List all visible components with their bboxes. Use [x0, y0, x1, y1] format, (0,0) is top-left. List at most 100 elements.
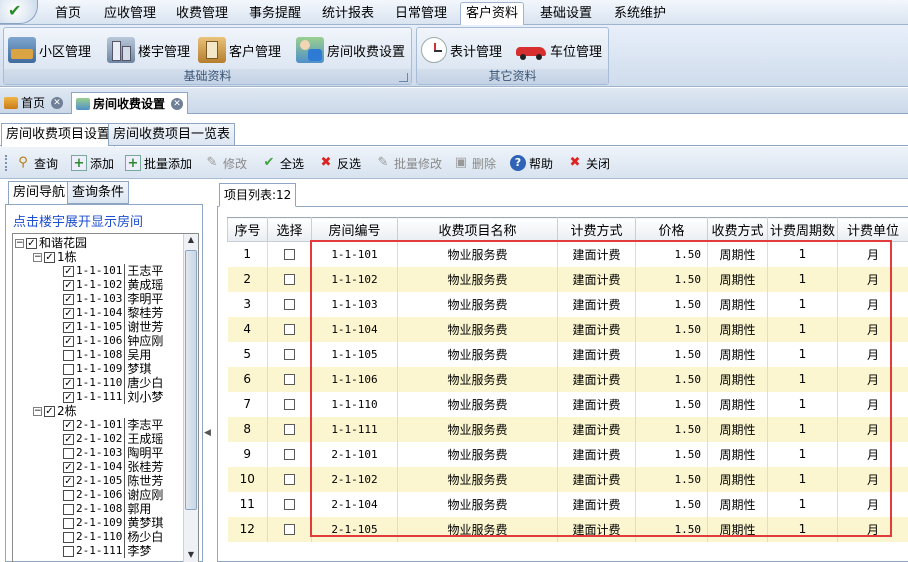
tree-room-node[interactable]: 1-1-108 吴用 — [63, 348, 151, 362]
tree-room-node[interactable]: 2-1-108 郭用 — [63, 502, 151, 516]
table-row[interactable]: 6 1-1-106 物业服务费 建面计费 1.50 周期性 1 月 — [227, 366, 908, 392]
menu-tab-home[interactable]: 首页 — [50, 3, 86, 24]
tree-group-node[interactable]: − ✓ 2栋 — [33, 404, 77, 418]
table-row[interactable]: 7 1-1-110 物业服务费 建面计费 1.50 周期性 1 月 — [227, 391, 908, 417]
doc-tab-home[interactable]: 首页 ✕ — [0, 92, 67, 114]
tree-room-node[interactable]: ✓ 1-1-102 黄成瑶 — [63, 278, 163, 292]
tree-node-checkbox[interactable] — [63, 363, 74, 375]
toolbar-grip[interactable] — [5, 155, 8, 171]
tree-node-checkbox[interactable]: ✓ — [63, 321, 74, 333]
scroll-down-icon[interactable]: ▼ — [186, 550, 196, 562]
table-row[interactable]: 10 2-1-102 物业服务费 建面计费 1.50 周期性 1 月 — [227, 466, 908, 492]
row-select-checkbox[interactable] — [267, 291, 312, 317]
tree-node-checkbox[interactable] — [63, 447, 74, 459]
select-all-button[interactable]: ✔ 全选 — [261, 154, 304, 172]
tree-group-node[interactable]: − ✓ 1栋 — [33, 250, 77, 264]
tab-room-navigation[interactable]: 房间导航 — [8, 181, 71, 205]
invert-selection-button[interactable]: ✖ 反选 — [318, 154, 361, 172]
checkbox-icon[interactable] — [284, 349, 295, 360]
tree-room-node[interactable]: ✓ 1-1-103 李明平 — [63, 292, 163, 306]
tree-room-node[interactable]: ✓ 1-1-110 唐少白 — [63, 376, 163, 390]
tree-node-checkbox[interactable]: ✓ — [63, 419, 74, 431]
row-select-checkbox[interactable] — [267, 516, 312, 542]
tree-node-checkbox[interactable]: ✓ — [63, 461, 74, 473]
row-select-checkbox[interactable] — [267, 266, 312, 292]
row-select-checkbox[interactable] — [267, 441, 312, 467]
column-header[interactable]: 计费单位 — [837, 217, 908, 242]
help-button[interactable]: ? 帮助 — [510, 154, 553, 172]
panel-splitter[interactable]: ◀ — [203, 180, 212, 562]
app-logo-icon[interactable]: ✔ — [0, 0, 38, 24]
menu-tab-reports[interactable]: 统计报表 — [318, 3, 378, 24]
batch-add-button[interactable]: + 批量添加 — [125, 154, 192, 172]
table-row[interactable]: 8 1-1-111 物业服务费 建面计费 1.50 周期性 1 月 — [227, 416, 908, 442]
row-select-checkbox[interactable] — [267, 316, 312, 342]
close-tab-icon[interactable]: ✕ — [171, 97, 184, 110]
tab-room-fee-item-settings[interactable]: 房间收费项目设置 — [1, 123, 116, 147]
tree-node-checkbox[interactable]: ✓ — [63, 335, 74, 347]
tree-node-checkbox[interactable] — [63, 545, 74, 557]
tree-node-checkbox[interactable]: ✓ — [63, 307, 74, 319]
checkbox-icon[interactable] — [284, 249, 295, 261]
menu-tab-reminders[interactable]: 事务提醒 — [245, 3, 305, 24]
column-header[interactable]: 收费项目名称 — [397, 217, 558, 242]
tree-room-node[interactable]: ✓ 2-1-104 张桂芳 — [63, 460, 163, 474]
column-header[interactable]: 价格 — [635, 217, 708, 242]
tree-node-checkbox[interactable]: ✓ — [63, 265, 74, 277]
checkbox-icon[interactable] — [284, 324, 295, 335]
tree-room-node[interactable]: ✓ 1-1-101 王志平 — [63, 264, 163, 278]
menu-tab-basic-settings[interactable]: 基础设置 — [536, 3, 596, 24]
close-tab-icon[interactable]: ✕ — [51, 97, 64, 109]
column-header[interactable]: 房间编号 — [311, 217, 398, 242]
tree-room-node[interactable]: ✓ 1-1-111 刘小梦 — [63, 390, 163, 404]
tree-room-node[interactable]: ✓ 2-1-102 王成瑶 — [63, 432, 163, 446]
checkbox-icon[interactable] — [284, 274, 295, 285]
tree-room-node[interactable]: 2-1-110 杨少白 — [63, 530, 163, 544]
collapse-arrow-icon[interactable]: ◀ — [204, 428, 211, 438]
tree-room-node[interactable]: ✓ 1-1-104 黎桂芳 — [63, 306, 163, 320]
delete-button[interactable]: ▣ 删除 — [453, 154, 496, 172]
tab-room-fee-item-overview[interactable]: 房间收费项目一览表 — [108, 123, 236, 146]
tree-node-checkbox[interactable]: ✓ — [63, 377, 74, 389]
checkbox-icon[interactable] — [284, 474, 295, 485]
row-select-checkbox[interactable] — [267, 341, 312, 367]
tree-room-node[interactable]: ✓ 2-1-101 李志平 — [63, 418, 163, 432]
menu-tab-charges[interactable]: 收费管理 — [172, 3, 232, 24]
column-header[interactable]: 选择 — [267, 217, 312, 242]
tree-scroll-thumb[interactable] — [185, 250, 197, 510]
batch-edit-button[interactable]: ✎ 批量修改 — [375, 154, 442, 172]
tree-room-node[interactable]: 2-1-106 谢应刚 — [63, 488, 163, 502]
column-header[interactable]: 序号 — [227, 217, 268, 242]
row-select-checkbox[interactable] — [267, 466, 312, 492]
table-row[interactable]: 9 2-1-101 物业服务费 建面计费 1.50 周期性 1 月 — [227, 441, 908, 467]
parking-management-button[interactable]: 车位管理 — [515, 34, 602, 66]
tree-node-checkbox[interactable] — [63, 517, 74, 529]
tree-node-checkbox[interactable]: ✓ — [63, 293, 74, 305]
meter-management-button[interactable]: 表计管理 — [421, 34, 502, 66]
tree-node-checkbox[interactable]: ✓ — [63, 279, 74, 291]
table-row[interactable]: 1 1-1-101 物业服务费 建面计费 1.50 周期性 1 月 — [227, 241, 908, 267]
room-fee-settings-button[interactable]: 房间收费设置 — [296, 34, 405, 66]
tab-query-conditions[interactable]: 查询条件 — [67, 181, 130, 204]
menu-tab-daily[interactable]: 日常管理 — [391, 3, 451, 24]
tree-node-checkbox[interactable]: ✓ — [63, 433, 74, 445]
menu-tab-system[interactable]: 系统维护 — [610, 3, 670, 24]
table-row[interactable]: 5 1-1-105 物业服务费 建面计费 1.50 周期性 1 月 — [227, 341, 908, 367]
customer-management-button[interactable]: 客户管理 — [198, 34, 281, 66]
row-select-checkbox[interactable] — [267, 416, 312, 442]
checkbox-icon[interactable] — [284, 424, 295, 435]
add-button[interactable]: + 添加 — [71, 154, 114, 172]
tree-node-checkbox[interactable] — [63, 349, 74, 361]
tree-node-checkbox[interactable] — [63, 503, 74, 515]
tree-room-node[interactable]: ✓ 1-1-105 谢世芳 — [63, 320, 163, 334]
row-select-checkbox[interactable] — [267, 241, 312, 267]
checkbox-icon[interactable] — [284, 374, 295, 385]
tree-room-node[interactable]: 2-1-103 陶明平 — [63, 446, 163, 460]
tree-node-checkbox[interactable]: ✓ — [26, 237, 37, 249]
group-launcher-icon[interactable] — [399, 73, 408, 82]
query-button[interactable]: ⚲ 查询 — [15, 154, 58, 172]
table-row[interactable]: 11 2-1-104 物业服务费 建面计费 1.50 周期性 1 月 — [227, 491, 908, 517]
scroll-up-icon[interactable]: ▲ — [186, 235, 196, 247]
column-header[interactable]: 收费方式 — [707, 217, 768, 242]
checkbox-icon[interactable] — [284, 449, 295, 460]
